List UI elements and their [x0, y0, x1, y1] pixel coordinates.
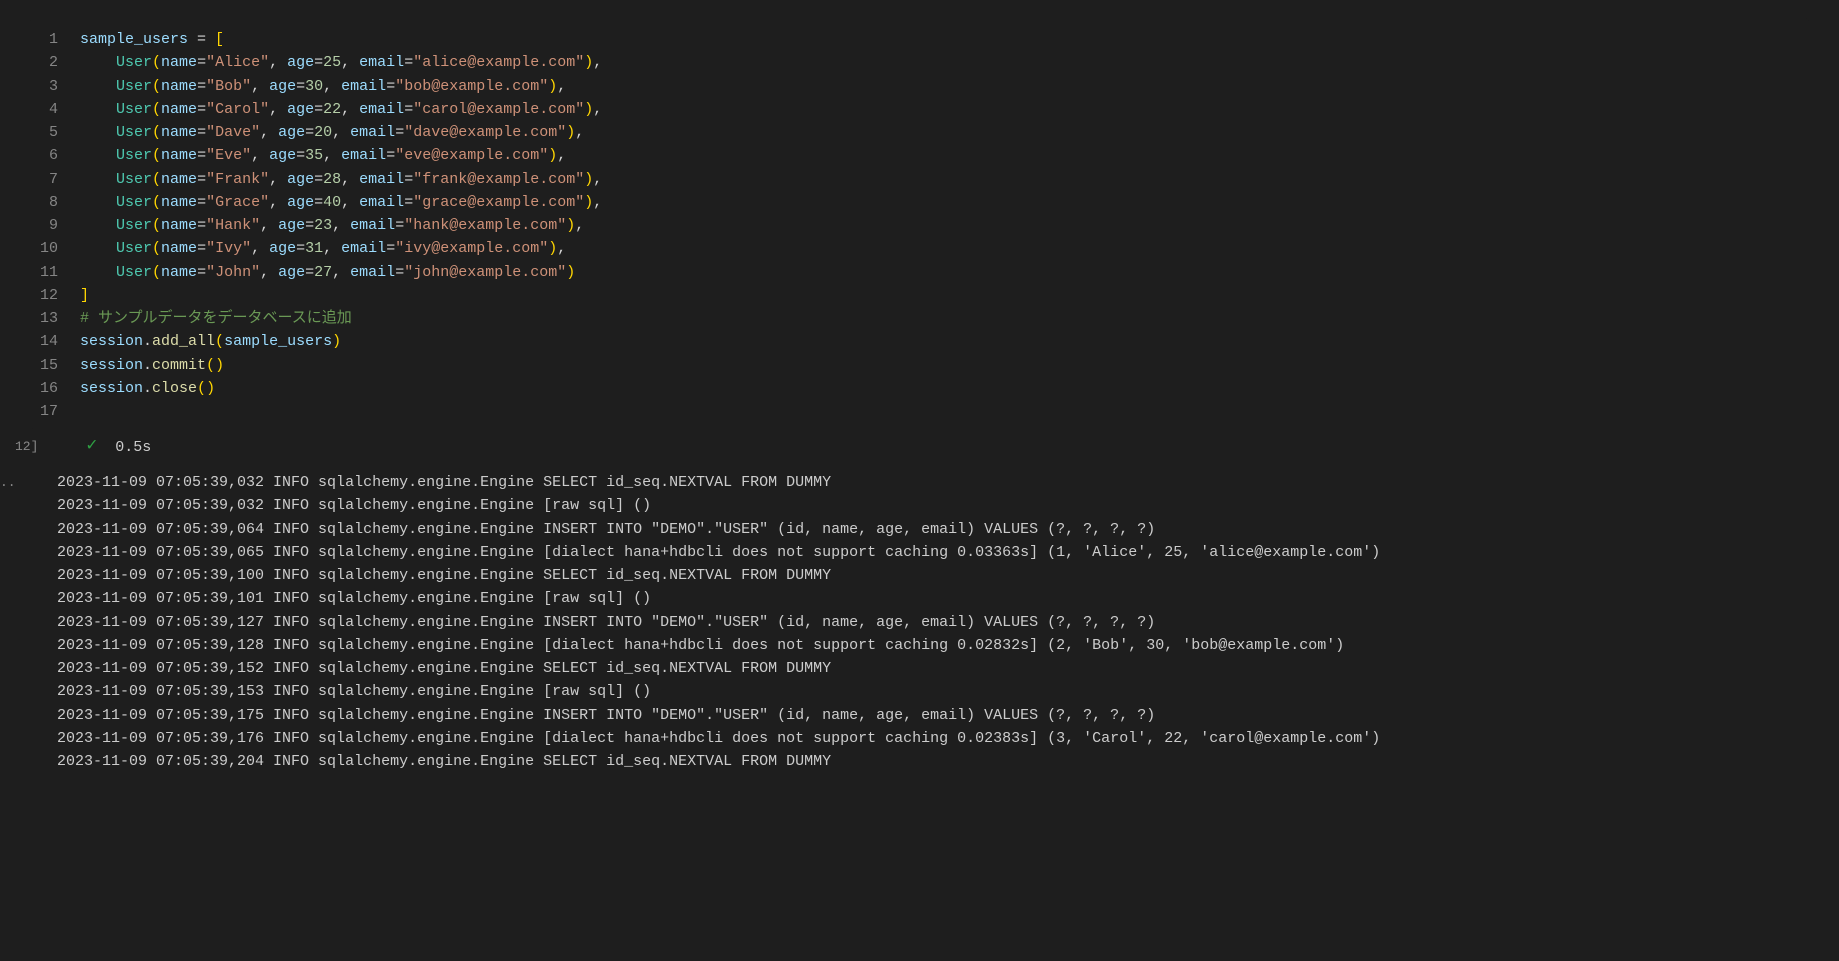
line-number: 8	[30, 191, 80, 214]
code-content[interactable]: User(name="Grace", age=40, email="grace@…	[80, 191, 1809, 214]
line-number: 5	[30, 121, 80, 144]
code-line[interactable]: 9 User(name="Hank", age=23, email="hank@…	[30, 214, 1809, 237]
code-cell[interactable]: 1sample_users = [2 User(name="Alice", ag…	[30, 18, 1809, 429]
code-line[interactable]: 3 User(name="Bob", age=30, email="bob@ex…	[30, 75, 1809, 98]
cell-exec-count: 12]	[15, 437, 38, 457]
line-number: 3	[30, 75, 80, 98]
output-line: 2023-11-09 07:05:39,176 INFO sqlalchemy.…	[57, 727, 1380, 750]
code-content[interactable]: User(name="Frank", age=28, email="frank@…	[80, 168, 1809, 191]
code-line[interactable]: 10 User(name="Ivy", age=31, email="ivy@e…	[30, 237, 1809, 260]
code-content[interactable]: User(name="Carol", age=22, email="carol@…	[80, 98, 1809, 121]
output-line: 2023-11-09 07:05:39,128 INFO sqlalchemy.…	[57, 634, 1380, 657]
code-line[interactable]: 1sample_users = [	[30, 28, 1809, 51]
line-number: 6	[30, 144, 80, 167]
output-line: 2023-11-09 07:05:39,127 INFO sqlalchemy.…	[57, 611, 1380, 634]
code-content[interactable]: User(name="Bob", age=30, email="bob@exam…	[80, 75, 1809, 98]
code-line[interactable]: 6 User(name="Eve", age=35, email="eve@ex…	[30, 144, 1809, 167]
code-line[interactable]: 14session.add_all(sample_users)	[30, 330, 1809, 353]
code-content[interactable]: User(name="John", age=27, email="john@ex…	[80, 261, 1809, 284]
code-line[interactable]: 11 User(name="John", age=27, email="john…	[30, 261, 1809, 284]
output-line: 2023-11-09 07:05:39,204 INFO sqlalchemy.…	[57, 750, 1380, 773]
output-line: 2023-11-09 07:05:39,101 INFO sqlalchemy.…	[57, 587, 1380, 610]
output-line: 2023-11-09 07:05:39,065 INFO sqlalchemy.…	[57, 541, 1380, 564]
code-content[interactable]: sample_users = [	[80, 28, 1809, 51]
code-line[interactable]: 12]	[30, 284, 1809, 307]
line-number: 10	[30, 237, 80, 260]
output-line: 2023-11-09 07:05:39,064 INFO sqlalchemy.…	[57, 518, 1380, 541]
code-content[interactable]: User(name="Ivy", age=31, email="ivy@exam…	[80, 237, 1809, 260]
line-number: 9	[30, 214, 80, 237]
line-number: 14	[30, 330, 80, 353]
code-line[interactable]: 13# サンプルデータをデータベースに追加	[30, 307, 1809, 330]
code-content[interactable]: ]	[80, 284, 1809, 307]
output-line: 2023-11-09 07:05:39,153 INFO sqlalchemy.…	[57, 680, 1380, 703]
code-content[interactable]	[80, 400, 1809, 423]
line-number: 7	[30, 168, 80, 191]
line-number: 17	[30, 400, 80, 423]
code-line[interactable]: 16session.close()	[30, 377, 1809, 400]
code-line[interactable]: 7 User(name="Frank", age=28, email="fran…	[30, 168, 1809, 191]
code-line[interactable]: 5 User(name="Dave", age=20, email="dave@…	[30, 121, 1809, 144]
execution-status-row: 12] ✓ 0.5s	[0, 429, 1839, 467]
line-number: 2	[30, 51, 80, 74]
code-content[interactable]: session.add_all(sample_users)	[80, 330, 1809, 353]
output-cell: .. 2023-11-09 07:05:39,032 INFO sqlalche…	[0, 467, 1839, 773]
output-line: 2023-11-09 07:05:39,175 INFO sqlalchemy.…	[57, 704, 1380, 727]
output-line: 2023-11-09 07:05:39,100 INFO sqlalchemy.…	[57, 564, 1380, 587]
code-content[interactable]: User(name="Eve", age=35, email="eve@exam…	[80, 144, 1809, 167]
output-label: ..	[0, 471, 18, 493]
line-number: 1	[30, 28, 80, 51]
code-content[interactable]: User(name="Dave", age=20, email="dave@ex…	[80, 121, 1809, 144]
execution-time: 0.5s	[115, 436, 151, 459]
code-content[interactable]: session.close()	[80, 377, 1809, 400]
success-check-icon: ✓	[86, 433, 97, 461]
code-line[interactable]: 15session.commit()	[30, 354, 1809, 377]
output-line: 2023-11-09 07:05:39,032 INFO sqlalchemy.…	[57, 494, 1380, 517]
code-line[interactable]: 8 User(name="Grace", age=40, email="grac…	[30, 191, 1809, 214]
line-number: 13	[30, 307, 80, 330]
code-line[interactable]: 2 User(name="Alice", age=25, email="alic…	[30, 51, 1809, 74]
code-line[interactable]: 17	[30, 400, 1809, 423]
line-number: 15	[30, 354, 80, 377]
line-number: 4	[30, 98, 80, 121]
line-number: 12	[30, 284, 80, 307]
code-content[interactable]: User(name="Alice", age=25, email="alice@…	[80, 51, 1809, 74]
line-number: 11	[30, 261, 80, 284]
output-line: 2023-11-09 07:05:39,152 INFO sqlalchemy.…	[57, 657, 1380, 680]
code-content[interactable]: # サンプルデータをデータベースに追加	[80, 307, 1809, 330]
output-line: 2023-11-09 07:05:39,032 INFO sqlalchemy.…	[57, 471, 1380, 494]
code-line[interactable]: 4 User(name="Carol", age=22, email="caro…	[30, 98, 1809, 121]
line-number: 16	[30, 377, 80, 400]
code-content[interactable]: User(name="Hank", age=23, email="hank@ex…	[80, 214, 1809, 237]
code-content[interactable]: session.commit()	[80, 354, 1809, 377]
